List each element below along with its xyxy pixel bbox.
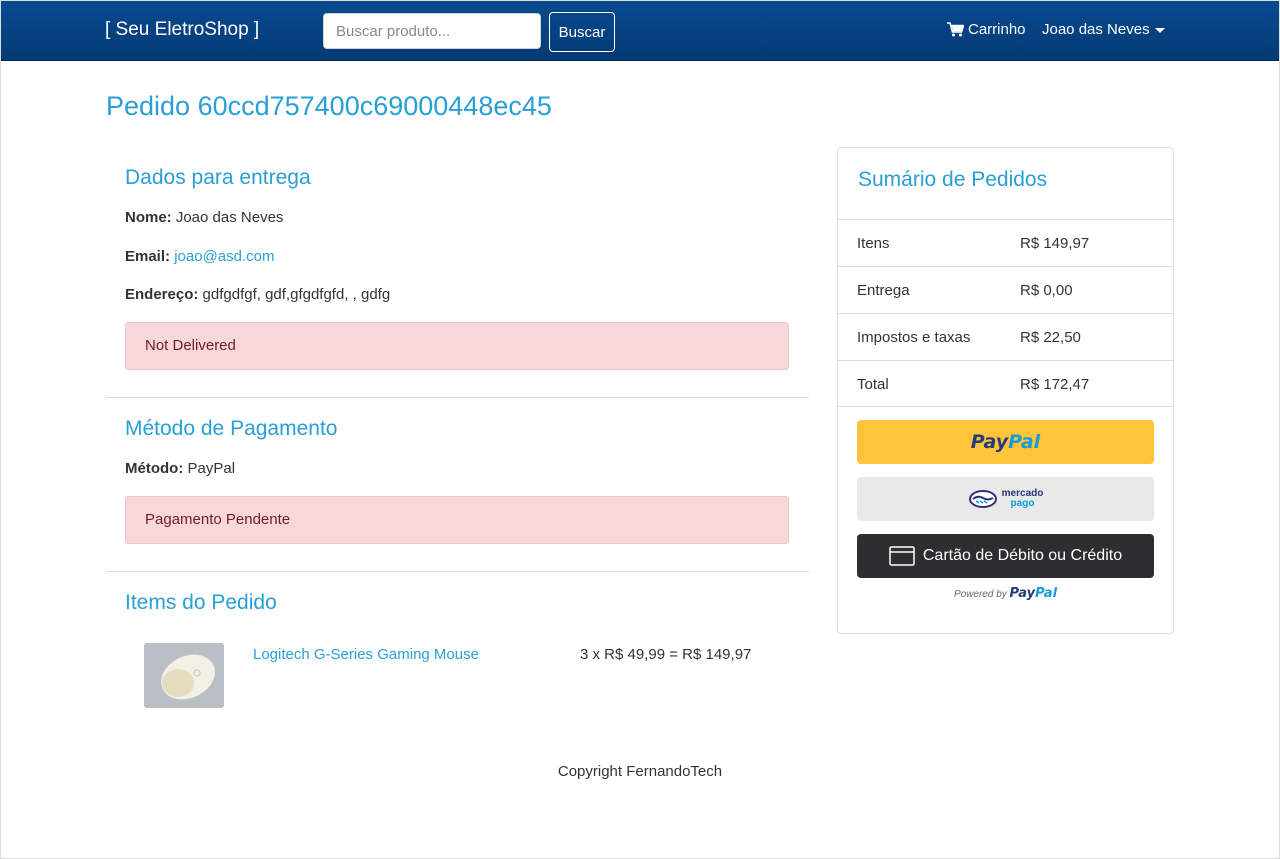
method-value: PayPal	[187, 460, 236, 477]
summary-row-items: Itens R$ 149,97	[838, 219, 1173, 266]
address-value: gdfgdfgf, gdf,gfgdfgfd, , gdfg	[202, 286, 391, 303]
email-label: Email:	[125, 248, 171, 265]
page-title: Pedido 60ccd757400c69000448ec45	[106, 91, 552, 121]
navbar: [ Seu EletroShop ] Buscar Carrinho Joao …	[1, 1, 1279, 61]
summary-row-shipping: Entrega R$ 0,00	[838, 266, 1173, 313]
credit-card-icon	[889, 546, 915, 566]
summary-value: R$ 22,50	[1020, 329, 1081, 346]
card-button-label: Cartão de Débito ou Crédito	[922, 547, 1123, 564]
summary-label: Entrega	[857, 282, 910, 299]
name-value: Joao das Neves	[175, 209, 284, 226]
delivery-name: Nome: Joao das Neves	[125, 209, 283, 226]
order-summary-card: Sumário de Pedidos Itens R$ 149,97 Entre…	[837, 147, 1174, 634]
brand-link[interactable]: [ Seu EletroShop ]	[105, 19, 259, 41]
summary-value: R$ 149,97	[1020, 235, 1090, 252]
cart-icon	[947, 22, 964, 37]
item-price-calc: 3 x R$ 49,99 = R$ 149,97	[580, 646, 752, 663]
delivery-heading: Dados para entrega	[125, 166, 311, 189]
user-name: Joao das Neves	[1042, 21, 1150, 38]
summary-value: R$ 0,00	[1020, 282, 1073, 299]
delivery-status-alert: Not Delivered	[125, 322, 789, 370]
divider	[106, 571, 809, 572]
search-button[interactable]: Buscar	[549, 12, 615, 52]
item-name-link[interactable]: Logitech G-Series Gaming Mouse	[253, 646, 479, 663]
divider	[106, 397, 809, 398]
product-image	[144, 643, 224, 708]
payment-heading: Método de Pagamento	[125, 417, 338, 440]
summary-title: Sumário de Pedidos	[858, 168, 1048, 191]
card-payment-button[interactable]: Cartão de Débito ou Crédito	[857, 534, 1154, 578]
paypal-logo: PayPal	[970, 431, 1041, 453]
items-heading: Items do Pedido	[125, 591, 277, 614]
mercadopago-logo: mercado pago	[968, 489, 1043, 509]
cart-link[interactable]: Carrinho	[947, 21, 1026, 38]
address-label: Endereço:	[125, 286, 199, 303]
summary-label: Itens	[857, 235, 890, 252]
summary-value: R$ 172,47	[1020, 376, 1090, 393]
delivery-address: Endereço: gdfgdfgf, gdf,gfgdfgfd, , gdfg	[125, 286, 390, 303]
mercadopago-button[interactable]: mercado pago	[857, 477, 1154, 521]
cart-label: Carrinho	[968, 21, 1026, 38]
paypal-button[interactable]: PayPal	[857, 420, 1154, 464]
search-input[interactable]	[323, 13, 541, 49]
user-dropdown[interactable]: Joao das Neves	[1042, 21, 1165, 38]
paypal-logo-small: PayPal	[1009, 586, 1058, 601]
powered-by-paypal: Powered by PayPal	[838, 586, 1173, 601]
powered-by-label: Powered by	[953, 589, 1007, 600]
email-link[interactable]: joao@asd.com	[174, 248, 274, 265]
name-label: Nome:	[125, 209, 172, 226]
payment-method: Método: PayPal	[125, 460, 235, 477]
summary-label: Impostos e taxas	[857, 329, 971, 346]
summary-label: Total	[857, 376, 889, 393]
handshake-icon	[968, 490, 997, 508]
delivery-email: Email: joao@asd.com	[125, 248, 274, 265]
method-label: Método:	[125, 460, 184, 477]
summary-row-taxes: Impostos e taxas R$ 22,50	[838, 313, 1173, 360]
footer-copyright: Copyright FernandoTech	[557, 763, 723, 780]
payment-status-alert: Pagamento Pendente	[125, 496, 789, 544]
caret-down-icon	[1154, 28, 1165, 33]
summary-row-total: Total R$ 172,47	[838, 360, 1173, 407]
